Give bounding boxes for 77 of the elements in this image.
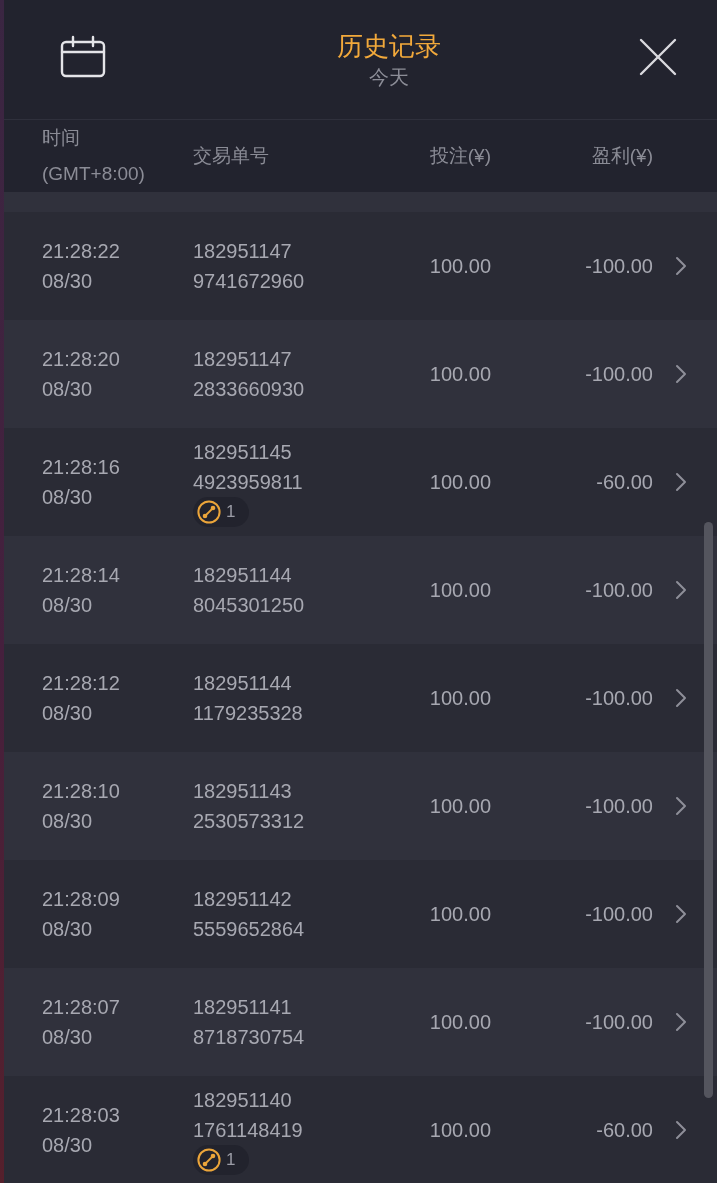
- chevron-right-icon: [675, 796, 687, 816]
- record-date: 08/30: [42, 809, 93, 834]
- record-time: 21:28:14: [42, 563, 120, 588]
- column-header: 盈利(¥): [591, 144, 653, 168]
- record-date: 08/30: [42, 701, 93, 726]
- record-time: 21:28:10: [42, 779, 120, 804]
- profit-amount: -100.00: [584, 578, 653, 603]
- profit-amount: -100.00: [584, 686, 653, 711]
- header-subtitle: 今天: [368, 65, 409, 90]
- profit-amount: -100.00: [584, 902, 653, 927]
- timezone-label: (GMT+8:00): [42, 162, 145, 186]
- profit-amount: -100.00: [584, 1010, 653, 1035]
- record-row[interactable]: 21:28:16 08/30 182951145 4923959811 1 100.00 -60.00: [4, 428, 717, 536]
- header-title: 历史记录: [336, 30, 441, 63]
- chevron-right-icon: [675, 472, 687, 492]
- close-icon[interactable]: [639, 38, 677, 76]
- order-number: 182951141 8718730754: [193, 995, 305, 1050]
- chevron-right-icon: [675, 688, 687, 708]
- profit-amount: -60.00: [595, 470, 653, 495]
- record-row[interactable]: 21:28:22 08/30 182951147 9741672960 100.00 -100.00: [4, 212, 717, 320]
- chevron-right-icon: [675, 1120, 687, 1140]
- record-row[interactable]: 21:28:10 08/30 182951143 2530573312 100.00 -100.00: [4, 752, 717, 860]
- record-row[interactable]: 21:28:03 08/30 182951140 1761148419 1 100.00 -60.00: [4, 1076, 717, 1183]
- order-number: 182951144 1179235328: [193, 671, 303, 726]
- record-date: 08/30: [42, 1133, 93, 1158]
- stake-amount: 100.00: [428, 686, 491, 711]
- record-time: 21:28:03: [42, 1103, 120, 1128]
- record-time: 21:28:09: [42, 887, 120, 912]
- count-text: 1: [226, 1149, 236, 1171]
- order-number: 182951142 5559652864: [193, 887, 305, 942]
- calendar-icon[interactable]: [60, 35, 106, 78]
- stake-amount: 100.00: [428, 362, 491, 387]
- stake-amount: 100.00: [428, 902, 491, 927]
- chevron-right-icon: [675, 904, 687, 924]
- record-row[interactable]: 21:28:12 08/30 182951144 1179235328 100.00 -100.00: [4, 644, 717, 752]
- scrollbar-thumb[interactable]: [704, 522, 713, 1098]
- stake-amount: 100.00: [428, 1118, 491, 1143]
- order-number: 182951147 9741672960: [193, 239, 305, 294]
- record-row[interactable]: 21:28:07 08/30 182951141 8718730754 100.00 -100.00: [4, 968, 717, 1076]
- profit-amount: -100.00: [584, 254, 653, 279]
- record-time: 21:28:07: [42, 995, 120, 1020]
- record-time: 21:28:20: [42, 347, 120, 372]
- record-time: 21:28:16: [42, 455, 120, 480]
- chevron-right-icon: [675, 256, 687, 276]
- linked-dots-icon: [197, 500, 221, 524]
- column-header: 交易单号: [193, 144, 269, 168]
- record-date: 08/30: [42, 593, 93, 618]
- record-time: 21:28:22: [42, 239, 120, 264]
- column-header: 投注(¥): [429, 144, 491, 168]
- record-row[interactable]: 21:28:20 08/30 182951147 2833660930 100.00 -100.00: [4, 320, 717, 428]
- stake-amount: 100.00: [428, 1010, 491, 1035]
- profit-amount: -100.00: [584, 794, 653, 819]
- order-number: 182951140 1761148419: [193, 1088, 303, 1143]
- record-date: 08/30: [42, 917, 93, 942]
- record-row[interactable]: 21:28:09 08/30 182951142 5559652864 100.00 -100.00: [4, 860, 717, 968]
- profit-amount: -100.00: [584, 362, 653, 387]
- count-text: 1: [226, 501, 236, 523]
- record-time: 21:28:12: [42, 671, 120, 696]
- stake-amount: 100.00: [428, 578, 491, 603]
- record-row[interactable]: 21:28:14 08/30 182951144 8045301250 100.00 -100.00: [4, 536, 717, 644]
- profit-amount: -60.00: [595, 1118, 653, 1143]
- chevron-right-icon: [675, 1012, 687, 1032]
- chevron-right-icon: [675, 364, 687, 384]
- stake-amount: 100.00: [428, 254, 491, 279]
- record-date: 08/30: [42, 1025, 93, 1050]
- chevron-right-icon: [675, 580, 687, 600]
- record-date: 08/30: [42, 377, 93, 402]
- stake-amount: 100.00: [428, 470, 491, 495]
- column-header: 时间: [42, 126, 80, 150]
- order-number: 182951144 8045301250: [193, 563, 305, 618]
- stake-amount: 100.00: [428, 794, 491, 819]
- record-date: 08/30: [42, 269, 93, 294]
- order-number: 182951143 2530573312: [193, 779, 305, 834]
- order-number: 182951145 4923959811: [193, 440, 303, 495]
- linked-dots-icon: [197, 1148, 221, 1172]
- order-number: 182951147 2833660930: [193, 347, 305, 402]
- record-date: 08/30: [42, 485, 93, 510]
